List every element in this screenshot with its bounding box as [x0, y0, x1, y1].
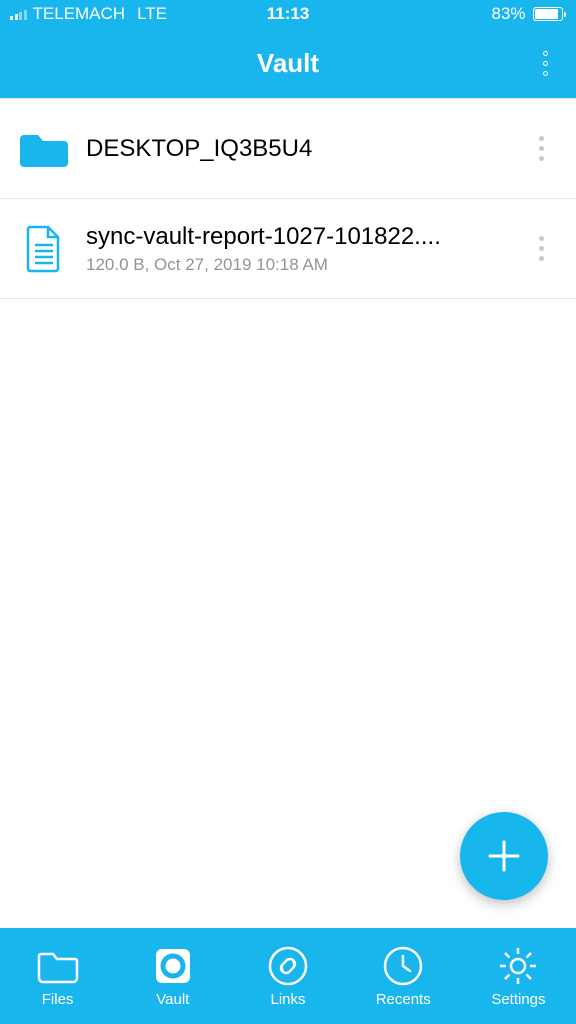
add-button[interactable] — [460, 812, 548, 900]
tab-bar: Files Vault Links Recents — [0, 928, 576, 1024]
list-item[interactable]: sync-vault-report-1027-101822.... 120.0 … — [0, 199, 576, 299]
tab-files[interactable]: Files — [0, 928, 115, 1024]
status-left: TELEMACH LTE — [10, 4, 267, 24]
battery-icon — [533, 7, 567, 21]
tab-label: Files — [42, 991, 74, 1008]
tab-label: Links — [270, 991, 305, 1008]
tab-label: Settings — [491, 991, 545, 1008]
status-right: 83% — [309, 4, 566, 24]
more-vertical-icon — [539, 236, 544, 241]
tab-vault[interactable]: Vault — [115, 928, 230, 1024]
link-icon — [267, 945, 309, 987]
folder-outline-icon — [37, 945, 79, 987]
list-item[interactable]: DESKTOP_IQ3B5U4 — [0, 99, 576, 199]
gear-icon — [497, 945, 539, 987]
plus-icon — [484, 836, 524, 876]
list-item-text: DESKTOP_IQ3B5U4 — [68, 135, 526, 163]
more-vertical-icon — [543, 51, 548, 56]
network-label: LTE — [137, 4, 167, 24]
document-icon — [20, 225, 68, 273]
list-item-title: sync-vault-report-1027-101822.... — [86, 223, 518, 251]
vault-icon — [152, 945, 194, 987]
list-item-title: DESKTOP_IQ3B5U4 — [86, 135, 518, 163]
tab-settings[interactable]: Settings — [461, 928, 576, 1024]
status-time: 11:13 — [267, 4, 310, 24]
list-item-meta: 120.0 B, Oct 27, 2019 10:18 AM — [86, 255, 518, 275]
list-item-more-button[interactable] — [526, 136, 556, 161]
tab-links[interactable]: Links — [230, 928, 345, 1024]
page-title: Vault — [257, 48, 319, 79]
folder-icon — [20, 125, 68, 173]
more-vertical-icon — [539, 136, 544, 141]
clock-icon — [382, 945, 424, 987]
status-bar: TELEMACH LTE 11:13 83% — [0, 0, 576, 28]
tab-label: Recents — [376, 991, 431, 1008]
file-list: DESKTOP_IQ3B5U4 sync-vault-report-1027-1… — [0, 98, 576, 299]
tab-recents[interactable]: Recents — [346, 928, 461, 1024]
list-item-text: sync-vault-report-1027-101822.... 120.0 … — [68, 223, 526, 275]
battery-percent: 83% — [491, 4, 525, 24]
signal-icon — [10, 8, 27, 20]
list-item-more-button[interactable] — [526, 236, 556, 261]
tab-label: Vault — [156, 991, 189, 1008]
more-options-button[interactable] — [533, 28, 558, 98]
nav-bar: Vault — [0, 28, 576, 98]
carrier-label: TELEMACH — [33, 4, 126, 24]
